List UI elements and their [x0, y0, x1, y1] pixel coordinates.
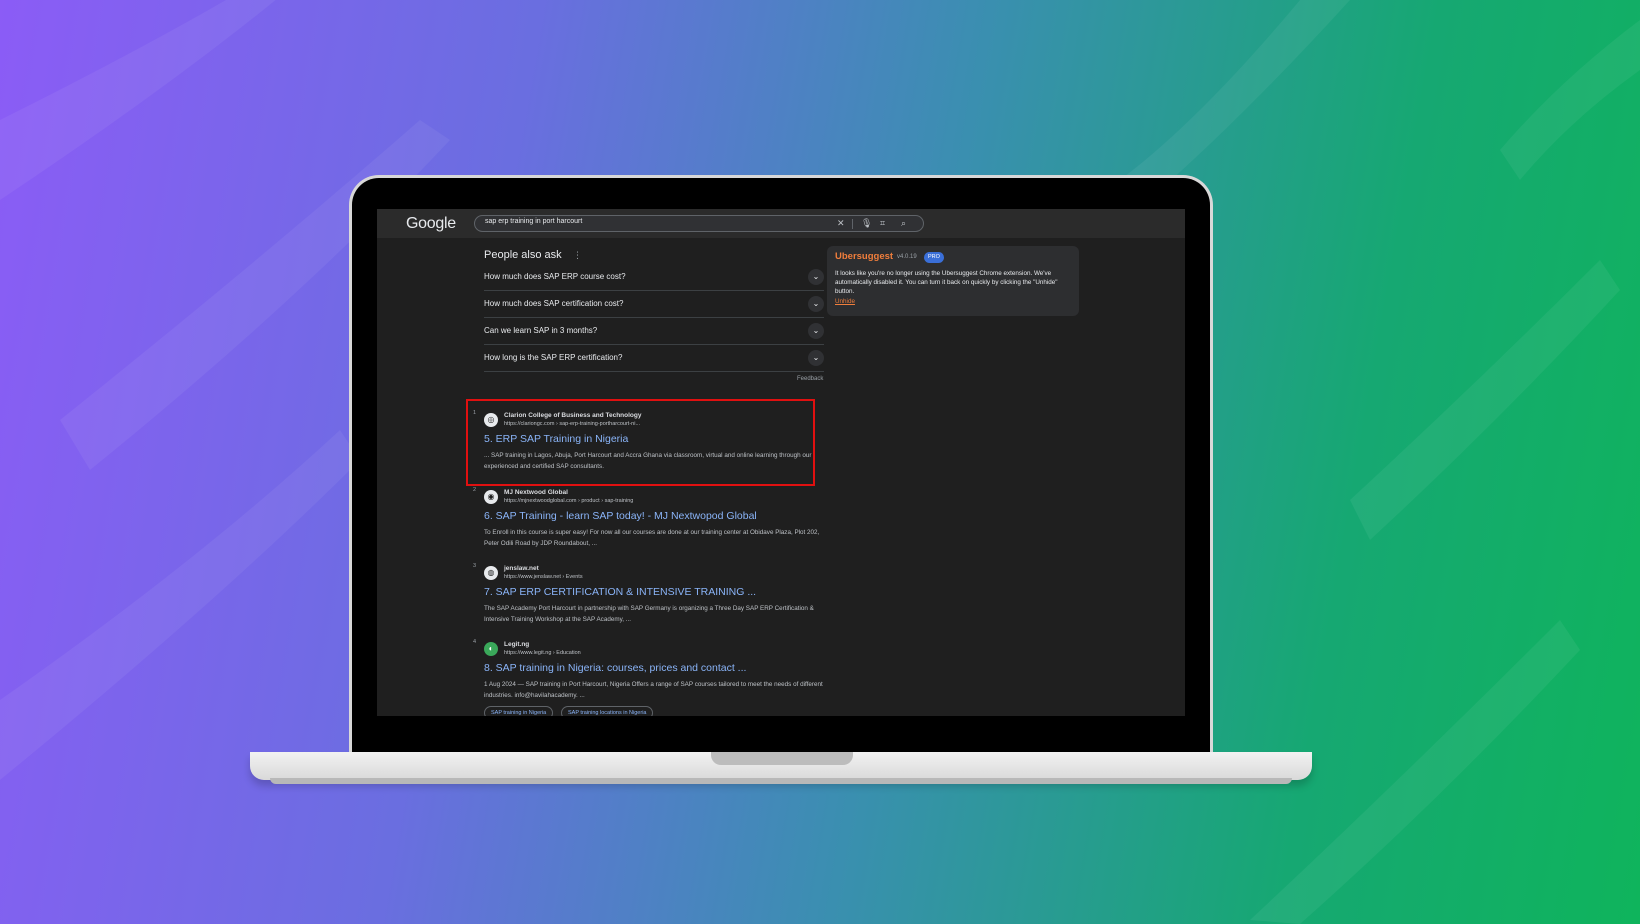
chevron-down-icon[interactable]: ⌄	[808, 269, 824, 285]
paa-question[interactable]: How long is the SAP ERP certification? ⌄	[484, 345, 824, 372]
result-site-name[interactable]: Legit.ng	[504, 641, 529, 648]
result-snippet: The SAP Academy Port Harcourt in partner…	[484, 605, 814, 623]
result-rank: 4	[473, 639, 477, 645]
paa-question[interactable]: How much does SAP certification cost? ⌄	[484, 291, 824, 318]
related-chip[interactable]: SAP training in Nigeria	[484, 706, 554, 716]
result-url[interactable]: https://mjnextwoodglobal.com › product ›…	[504, 498, 633, 504]
paa-question[interactable]: Can we learn SAP in 3 months? ⌄	[484, 318, 824, 345]
search-divider	[852, 219, 853, 229]
ubersuggest-message: It looks like you're no longer using the…	[835, 270, 1058, 295]
camera-search-icon[interactable]: ⌗	[880, 217, 885, 230]
search-box[interactable]: sap erp training in port harcourt ✕ 🎙 ⌗ …	[474, 215, 924, 232]
people-also-ask-title: People also ask	[484, 249, 562, 261]
chevron-down-icon[interactable]: ⌄	[808, 350, 824, 366]
chevron-down-icon[interactable]: ⌄	[808, 296, 824, 312]
related-chip[interactable]: SAP training locations in Nigeria	[561, 706, 654, 716]
site-favicon-icon: ◐	[484, 642, 498, 656]
ubersuggest-name: Ubersuggest	[835, 251, 894, 262]
laptop-screen: Google sap erp training in port harcourt…	[377, 209, 1185, 716]
microphone-icon[interactable]: 🎙	[861, 217, 872, 230]
search-input[interactable]: sap erp training in port harcourt	[485, 218, 582, 225]
feedback-link[interactable]: Feedback	[797, 376, 823, 382]
search-icon[interactable]: ⌕	[901, 217, 906, 230]
pro-badge: PRO	[924, 252, 944, 263]
google-logo[interactable]: Google	[406, 215, 456, 233]
paa-question-text: How much does SAP certification cost?	[484, 299, 624, 308]
highlight-box	[466, 399, 815, 486]
result-rank: 3	[473, 563, 477, 569]
unhide-link[interactable]: Unhide	[835, 298, 855, 305]
result-url[interactable]: https://www.jenslaw.net › Events	[504, 574, 583, 580]
result-url[interactable]: https://www.legit.ng › Education	[504, 650, 581, 656]
result-snippet: 1 Aug 2024 — SAP training in Port Harcou…	[484, 681, 823, 699]
result-title-link[interactable]: 7. SAP ERP CERTIFICATION & INTENSIVE TRA…	[484, 586, 756, 598]
result-snippet: To Enroll in this course is super easy! …	[484, 529, 820, 547]
more-options-icon[interactable]: ⋮	[573, 250, 582, 261]
paa-question-text: Can we learn SAP in 3 months?	[484, 326, 598, 335]
search-result: 2 ◉ MJ Nextwood Global https://mjnextwoo…	[473, 487, 819, 557]
paa-question[interactable]: How much does SAP ERP course cost? ⌄	[484, 264, 824, 291]
google-header: Google sap erp training in port harcourt…	[377, 209, 1185, 238]
result-site-name[interactable]: MJ Nextwood Global	[504, 489, 568, 496]
search-result: 4 ◐ Legit.ng https://www.legit.ng › Educ…	[473, 639, 823, 709]
result-title-link[interactable]: 8. SAP training in Nigeria: courses, pri…	[484, 662, 746, 674]
clear-icon[interactable]: ✕	[837, 217, 845, 230]
search-result: 3 ◍ jenslaw.net https://www.jenslaw.net …	[473, 563, 814, 633]
result-rank: 2	[473, 487, 477, 493]
ubersuggest-panel: Ubersuggest v4.0.19 PRO It looks like yo…	[827, 246, 1079, 316]
paa-question-text: How much does SAP ERP course cost?	[484, 272, 626, 281]
chevron-down-icon[interactable]: ⌄	[808, 323, 824, 339]
site-favicon-icon: ◍	[484, 566, 498, 580]
result-title-link[interactable]: 6. SAP Training - learn SAP today! - MJ …	[484, 510, 757, 522]
laptop-notch	[711, 752, 853, 765]
paa-question-text: How long is the SAP ERP certification?	[484, 353, 623, 362]
result-site-name[interactable]: jenslaw.net	[504, 565, 539, 572]
laptop-base-shadow	[270, 778, 1292, 784]
site-favicon-icon: ◉	[484, 490, 498, 504]
ubersuggest-version: v4.0.19	[897, 254, 917, 260]
